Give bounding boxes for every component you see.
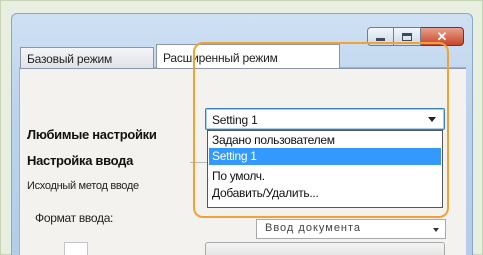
favorites-dropdown-list: Задано пользователем Setting 1 По умолч.… [207,130,443,208]
input-format-label: Формат ввода: [35,211,114,225]
close-icon: ✕ [436,29,448,44]
dropdown-option[interactable]: По умолч. [209,168,441,185]
dropdown-option[interactable]: Добавить/Удалить... [209,185,441,202]
maximize-button[interactable] [394,27,421,46]
document-preview-icon [64,242,88,255]
favorites-select[interactable]: Setting 1 [205,108,445,130]
maximize-icon [402,32,412,41]
tab-extended-mode-label: Расширенный режим [163,51,278,65]
input-format-select[interactable]: Ввод документа [256,219,446,239]
input-format-value: Ввод документа [265,222,362,234]
chevron-down-icon [433,228,439,232]
dropdown-option[interactable]: Задано пользователем [209,132,441,149]
tab-extended-mode[interactable]: Расширенный режим [156,44,340,69]
minimize-icon [376,38,385,41]
favorites-selected-value: Setting 1 [212,113,258,127]
input-method-label: Исходный метод вводе [27,180,139,192]
favorites-label: Любимые настройки [27,127,157,142]
settings-button[interactable] [205,242,445,255]
chevron-down-icon [428,117,436,122]
input-settings-heading: Настройка ввода [27,153,134,168]
tab-basic-mode-label: Базовый режим [27,52,113,66]
dropdown-option-selected[interactable]: Setting 1 [209,148,441,165]
tab-basic-mode[interactable]: Базовый режим [20,47,154,68]
minimize-button[interactable] [367,27,394,46]
close-button[interactable]: ✕ [421,27,464,46]
window-controls: ✕ [367,27,464,49]
